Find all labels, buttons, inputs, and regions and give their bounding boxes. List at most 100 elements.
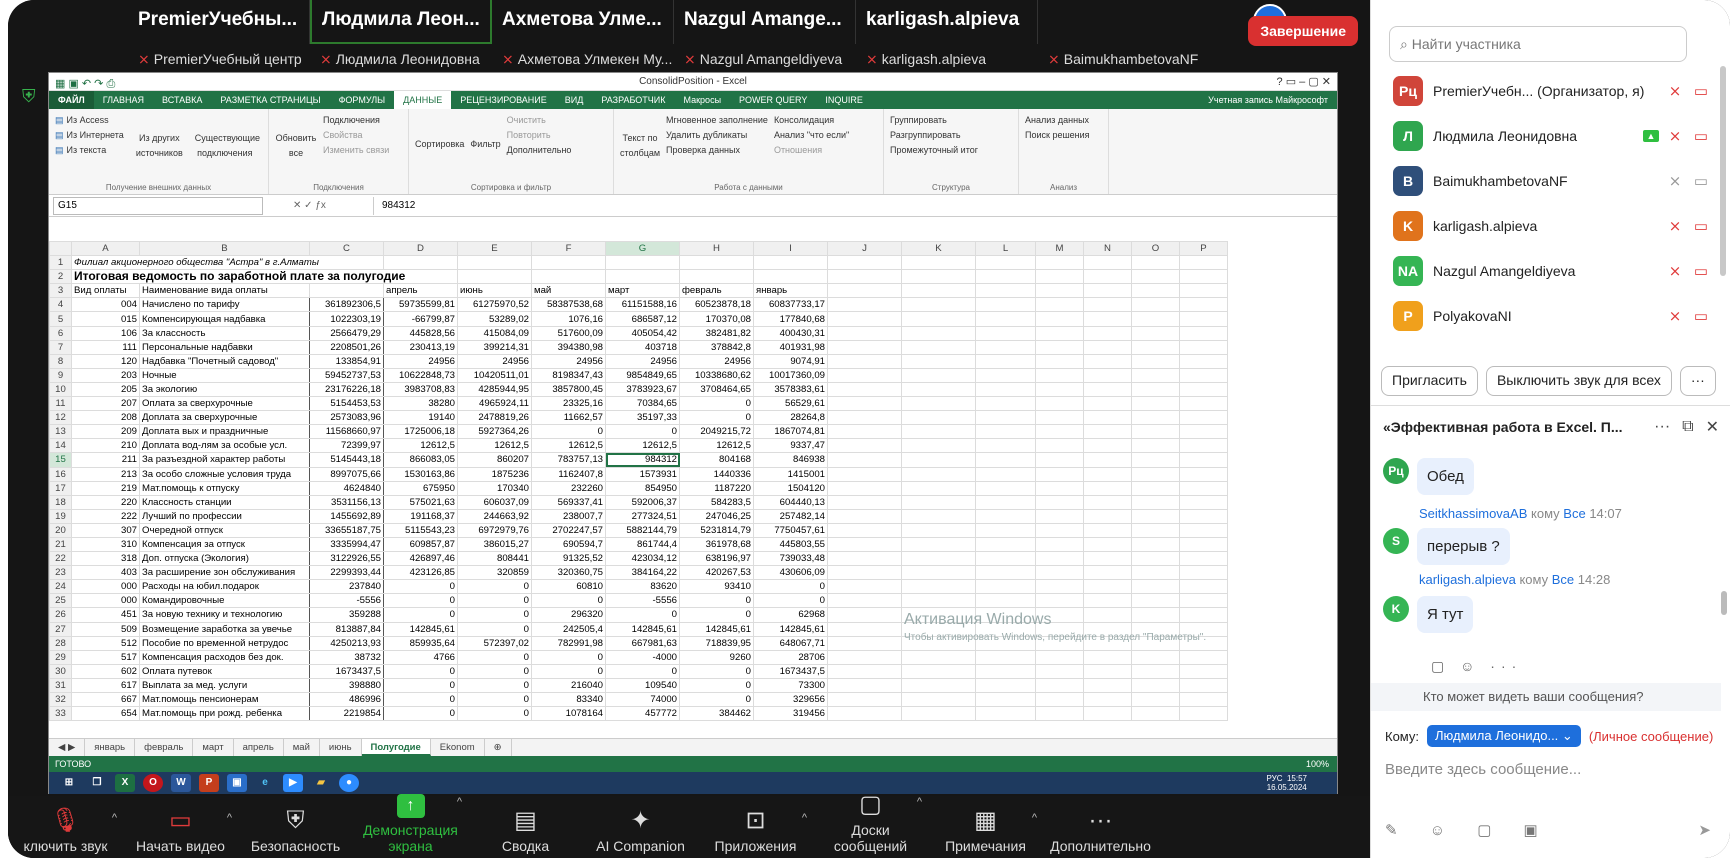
cell[interactable]: 10338680,62 [679, 367, 754, 383]
cell[interactable]: За расширение зон обслуживания [139, 565, 310, 581]
cell[interactable] [457, 255, 532, 271]
cell[interactable] [1131, 706, 1180, 722]
cell[interactable] [975, 677, 1036, 694]
cell[interactable] [531, 269, 606, 285]
participant-row[interactable]: NA Nazgul Amangeldiyeva ⨯ ▭ [1371, 248, 1711, 293]
cell[interactable] [975, 508, 1036, 524]
system-tray[interactable]: РУС 15:57 16.05.2024 [1266, 774, 1307, 792]
cell[interactable]: 91325,52 [531, 551, 606, 567]
cell[interactable]: 5231814,79 [679, 522, 754, 538]
cell[interactable]: 0 [383, 706, 458, 722]
participant-row[interactable]: Kkarligash.alpieva ⨯ ▭ [1371, 203, 1711, 248]
cell[interactable]: 0 [457, 649, 532, 665]
cell[interactable]: 12612,5 [383, 438, 458, 454]
column-header[interactable]: D [383, 241, 458, 257]
cell[interactable]: 572397,02 [457, 635, 532, 651]
cell[interactable]: 12612,5 [605, 438, 680, 454]
cell[interactable] [827, 325, 902, 341]
message-bubble[interactable]: перерыв ? [1417, 528, 1510, 565]
cell[interactable] [1131, 325, 1180, 341]
cell[interactable] [827, 381, 902, 398]
cell[interactable]: май [531, 283, 606, 299]
cell[interactable]: 33655187,75 [309, 522, 384, 538]
cell[interactable]: 592006,37 [605, 494, 680, 510]
toolbar-button[interactable]: ▭ Начать видео ^ [123, 806, 238, 854]
cell[interactable] [1083, 677, 1132, 694]
sort-button[interactable]: Сортировка [415, 113, 464, 158]
row-number[interactable]: 19 [49, 508, 72, 524]
column-header[interactable]: J [827, 241, 902, 257]
cell[interactable] [827, 424, 902, 440]
cell[interactable] [1035, 663, 1084, 679]
cell[interactable]: 170340 [457, 480, 532, 496]
cell[interactable] [383, 255, 458, 271]
chevron-up-icon[interactable]: ^ [112, 812, 117, 824]
tab-data[interactable]: ДАННЫЕ [394, 91, 452, 109]
cell[interactable]: 0 [383, 593, 458, 609]
video-off-icon[interactable]: ▭ [1691, 307, 1711, 325]
cell[interactable] [901, 396, 976, 412]
cell[interactable]: 430606,09 [753, 565, 828, 581]
cell[interactable]: 3983708,83 [383, 381, 458, 398]
participant-row[interactable]: B BaimukhambetovaNF ⨯ ▭ [1371, 158, 1711, 203]
cell[interactable] [975, 480, 1036, 496]
cell[interactable] [975, 255, 1036, 271]
tab-view[interactable]: ВИД [556, 91, 593, 109]
cell[interactable] [1131, 677, 1180, 694]
cell[interactable] [1035, 255, 1084, 271]
cell[interactable]: 209 [71, 424, 140, 440]
cell[interactable] [1083, 551, 1132, 567]
row-number[interactable]: 27 [49, 621, 72, 637]
ribbon-item[interactable]: Мгновенное заполнение [666, 113, 768, 128]
cell[interactable] [901, 551, 976, 567]
cell[interactable] [975, 579, 1036, 595]
name-box[interactable]: G15 [53, 196, 263, 215]
cell[interactable]: 38732 [309, 649, 384, 665]
cell[interactable] [975, 551, 1036, 567]
ribbon-item[interactable]: Изменить связи [323, 143, 389, 158]
mic-off-icon[interactable]: ⨯ [1665, 307, 1685, 325]
cell[interactable]: 0 [457, 677, 532, 694]
cell[interactable] [901, 424, 976, 440]
cell[interactable]: 361892306,5 [309, 297, 384, 313]
sheet-tab[interactable]: апрель [234, 739, 284, 756]
row-number[interactable]: 11 [49, 396, 72, 412]
cell[interactable] [1131, 410, 1180, 426]
cell[interactable]: Доплата за сверхурочные [139, 410, 310, 426]
mic-off-icon[interactable]: ⨯ [1665, 262, 1685, 280]
cell[interactable] [1035, 706, 1084, 722]
cell[interactable] [901, 339, 976, 355]
opera-taskbar-icon[interactable]: O [143, 774, 163, 792]
cell[interactable] [901, 325, 976, 341]
cell[interactable] [827, 353, 902, 369]
cell[interactable]: июнь [457, 283, 532, 299]
cell[interactable]: 0 [679, 663, 754, 679]
cell[interactable] [457, 269, 532, 285]
cell[interactable]: 602 [71, 663, 140, 679]
cell[interactable]: 24956 [457, 353, 532, 369]
cell[interactable] [1179, 466, 1228, 482]
cell[interactable]: 0 [679, 410, 754, 426]
participant-row[interactable]: Л Людмила Леонидовна ▲ ⨯ ▭ [1371, 113, 1711, 158]
cell[interactable] [975, 691, 1036, 708]
row-number[interactable]: 22 [49, 551, 72, 567]
cell[interactable]: 1455692,89 [309, 508, 384, 524]
cell[interactable]: 415084,09 [457, 325, 532, 341]
cell[interactable]: 394380,98 [531, 339, 606, 355]
cell[interactable] [1179, 381, 1228, 398]
cell[interactable] [1035, 452, 1084, 468]
cell[interactable] [827, 551, 902, 567]
cell[interactable]: 10622848,73 [383, 367, 458, 383]
ribbon-item[interactable]: Поиск решения [1025, 128, 1102, 143]
mic-off-icon[interactable]: ⨯ [1665, 172, 1685, 190]
row-number[interactable]: 10 [49, 381, 72, 398]
cell[interactable] [1131, 480, 1180, 496]
ribbon-item[interactable]: Существующие подключения [195, 113, 260, 161]
cell[interactable] [1131, 353, 1180, 369]
column-header[interactable]: I [753, 241, 828, 257]
cell[interactable] [1035, 297, 1084, 313]
cell[interactable] [1131, 396, 1180, 412]
cell[interactable] [1179, 691, 1228, 708]
cell[interactable] [975, 452, 1036, 468]
column-header[interactable]: P [1179, 241, 1228, 257]
